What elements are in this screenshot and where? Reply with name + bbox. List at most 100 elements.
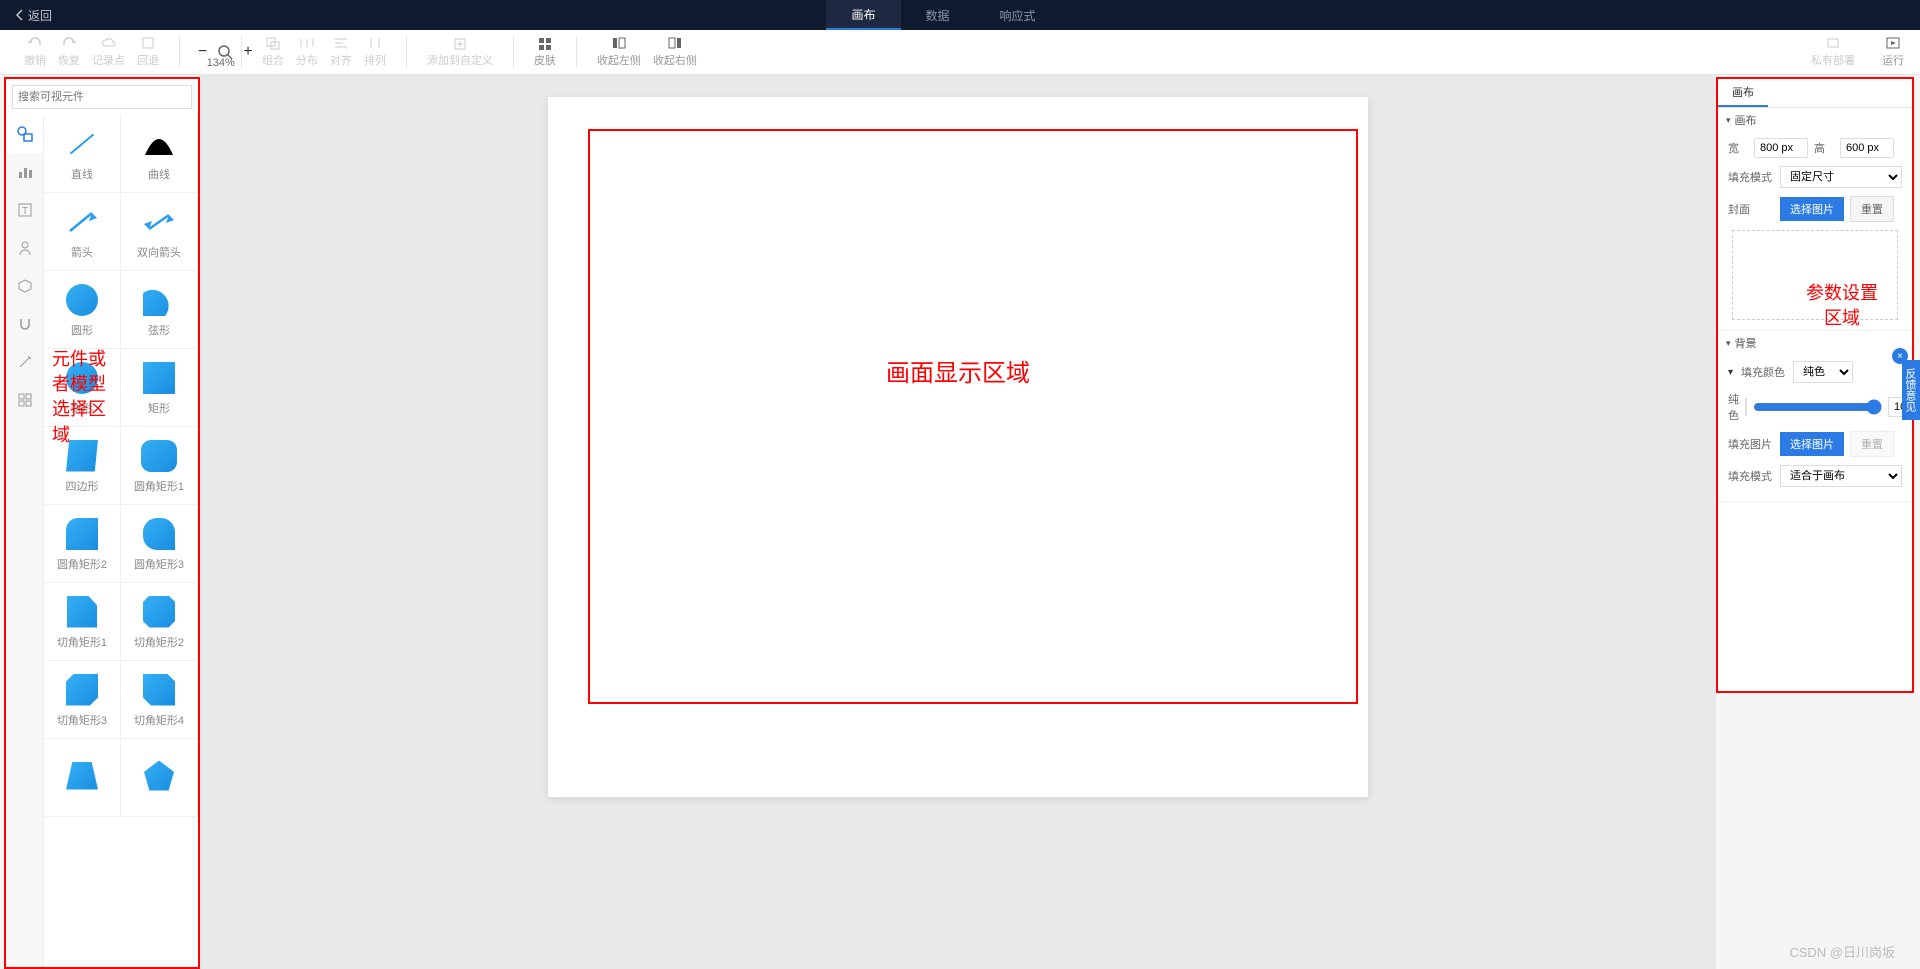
magnet-icon xyxy=(17,316,33,332)
fill-mode-select[interactable]: 固定尺寸 xyxy=(1780,166,1902,188)
arrange-button[interactable]: 排列 xyxy=(358,36,392,68)
opacity-slider[interactable] xyxy=(1753,399,1882,415)
bg-fill-mode-select[interactable]: 适合于画布 xyxy=(1780,465,1902,487)
align-button[interactable]: 对齐 xyxy=(324,36,358,68)
section-head-canvas[interactable]: 画布 xyxy=(1718,108,1912,132)
nav-tabs: 画布 数据 响应式 xyxy=(826,0,1060,30)
group-icon xyxy=(265,36,281,50)
annotation-rect xyxy=(588,129,1358,704)
shape-item[interactable]: 曲线 xyxy=(121,115,198,193)
shape-item[interactable]: 切角矩形4 xyxy=(121,661,198,739)
shape-item[interactable]: 箭头 xyxy=(44,193,121,271)
run-button[interactable]: 运行 xyxy=(1876,36,1910,68)
grid-icon xyxy=(17,392,33,408)
rail-chart[interactable] xyxy=(6,153,43,191)
rail-component[interactable] xyxy=(6,267,43,305)
bg-reset-button[interactable]: 重置 xyxy=(1850,431,1894,457)
add-icon xyxy=(452,36,468,50)
shape-item[interactable]: 饼形 xyxy=(44,349,121,427)
shape-label: 圆角矩形1 xyxy=(134,478,184,494)
color-swatch[interactable] xyxy=(1745,398,1747,416)
fill-mode-label: 填充模式 xyxy=(1728,169,1774,185)
run-icon xyxy=(1885,36,1901,50)
canvas-area[interactable]: 画面显示区域 xyxy=(200,75,1716,969)
shape-label: 切角矩形1 xyxy=(57,634,107,650)
top-header: 返回 画布 数据 响应式 xyxy=(0,0,1920,30)
shape-item[interactable]: 切角矩形2 xyxy=(121,583,198,661)
private-deploy-button[interactable]: 私有部署 xyxy=(1805,36,1861,68)
height-input[interactable] xyxy=(1840,138,1894,158)
rail-person[interactable] xyxy=(6,229,43,267)
collapse-right-button[interactable]: 收起右侧 xyxy=(647,36,703,68)
zoom-value: 134% xyxy=(207,57,235,69)
rail-magic[interactable] xyxy=(6,343,43,381)
shape-grid: 元件或者模型选择区域 直线曲线箭头双向箭头圆形弦形饼形矩形四边形圆角矩形1圆角矩… xyxy=(44,115,198,967)
rp-tab-canvas[interactable]: 画布 xyxy=(1718,79,1768,107)
search-input[interactable] xyxy=(12,85,192,109)
cloud-icon xyxy=(101,36,117,50)
cover-label: 封面 xyxy=(1728,201,1774,217)
shape-item[interactable]: 切角矩形3 xyxy=(44,661,121,739)
shape-item[interactable]: 切角矩形1 xyxy=(44,583,121,661)
shape-item[interactable] xyxy=(44,739,121,817)
shape-label: 切角矩形2 xyxy=(134,634,184,650)
skin-button[interactable]: 皮肤 xyxy=(528,36,562,68)
reset-button[interactable]: 重置 xyxy=(1850,196,1894,222)
shape-item[interactable]: 四边形 xyxy=(44,427,121,505)
fill-image-label: 填充图片 xyxy=(1728,436,1774,452)
shape-label: 双向箭头 xyxy=(137,244,181,260)
shape-item[interactable]: 双向箭头 xyxy=(121,193,198,271)
rail-magnet[interactable] xyxy=(6,305,43,343)
shapes-icon xyxy=(16,125,34,143)
shape-label: 曲线 xyxy=(148,166,170,182)
shape-item[interactable]: 圆形 xyxy=(44,271,121,349)
left-panel: T 元件或者模型选择区域 直线曲线箭头双向箭头圆形弦形饼形矩形四边形圆角矩形1圆… xyxy=(4,77,200,969)
rail-text[interactable]: T xyxy=(6,191,43,229)
fill-color-select[interactable]: 纯色 xyxy=(1793,361,1853,383)
shape-label: 饼形 xyxy=(71,400,93,416)
shape-item[interactable]: 直线 xyxy=(44,115,121,193)
toolbar: 撤销 恢复 记录点 回退 − + 134% 组合 分布 对齐 排列 添加到自定义… xyxy=(0,30,1920,75)
component-icon xyxy=(17,278,33,294)
shape-item[interactable]: 圆角矩形1 xyxy=(121,427,198,505)
group-button[interactable]: 组合 xyxy=(256,36,290,68)
shape-item[interactable] xyxy=(121,739,198,817)
checkpoint-button[interactable]: 记录点 xyxy=(86,36,131,68)
magic-icon xyxy=(17,354,33,370)
back-label: 返回 xyxy=(28,7,52,24)
shape-item[interactable]: 弦形 xyxy=(121,271,198,349)
bg-select-image-button[interactable]: 选择图片 xyxy=(1780,432,1844,456)
select-image-button[interactable]: 选择图片 xyxy=(1780,197,1844,221)
category-rail: T xyxy=(6,115,44,967)
canvas[interactable]: 画面显示区域 xyxy=(548,97,1368,797)
redo-button[interactable]: 恢复 xyxy=(52,36,86,68)
tab-canvas[interactable]: 画布 xyxy=(826,0,900,30)
section-head-bg[interactable]: 背景 xyxy=(1718,331,1912,355)
shape-label: 四边形 xyxy=(66,478,99,494)
add-custom-button[interactable]: 添加到自定义 xyxy=(421,36,499,68)
shape-item[interactable]: 圆角矩形3 xyxy=(121,505,198,583)
shape-label: 弦形 xyxy=(148,322,170,338)
chart-icon xyxy=(17,164,33,180)
rollback-button[interactable]: 回退 xyxy=(131,36,165,68)
main-area: T 元件或者模型选择区域 直线曲线箭头双向箭头圆形弦形饼形矩形四边形圆角矩形1圆… xyxy=(0,75,1920,969)
back-button[interactable]: 返回 xyxy=(0,7,67,24)
align-icon xyxy=(333,36,349,50)
rollback-icon xyxy=(140,36,156,50)
collapse-left-button[interactable]: 收起左侧 xyxy=(591,36,647,68)
distribute-button[interactable]: 分布 xyxy=(290,36,324,68)
chevron-left-icon xyxy=(15,9,23,21)
rail-shapes[interactable] xyxy=(6,115,43,153)
shape-label: 切角矩形3 xyxy=(57,712,107,728)
svg-text:T: T xyxy=(21,206,27,217)
shape-label: 矩形 xyxy=(148,400,170,416)
cover-upload-area[interactable] xyxy=(1732,230,1898,320)
undo-button[interactable]: 撤销 xyxy=(18,36,52,68)
width-input[interactable] xyxy=(1754,138,1808,158)
shape-item[interactable]: 圆角矩形2 xyxy=(44,505,121,583)
shape-item[interactable]: 矩形 xyxy=(121,349,198,427)
tab-data[interactable]: 数据 xyxy=(901,0,975,30)
tab-responsive[interactable]: 响应式 xyxy=(975,0,1061,30)
feedback-tab[interactable]: 反馈意见 xyxy=(1902,360,1920,420)
rail-grid[interactable] xyxy=(6,381,43,419)
